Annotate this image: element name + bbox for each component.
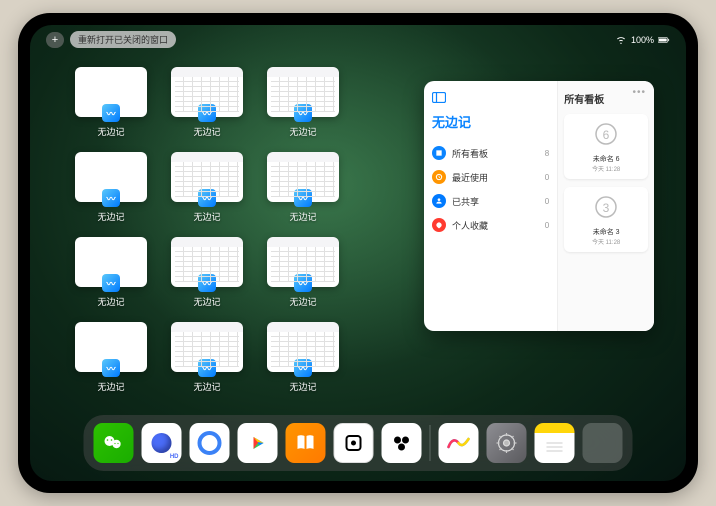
window-thumbnail[interactable]: 〰无边记 [168,322,246,393]
category-icon [432,146,446,160]
utility-app-icon[interactable] [382,423,422,463]
freeform-badge-icon: 〰 [102,104,120,122]
battery-icon [658,36,670,44]
thumbnail-label: 无边记 [193,125,220,138]
books-app-icon[interactable] [286,423,326,463]
qq-browser-app-icon[interactable] [190,423,230,463]
sidebar-item[interactable]: 所有看板 8 [432,141,549,165]
screen: + 重新打开已关闭的窗口 100% 〰无边记〰无边记〰无边记〰无边记〰无边记〰无… [30,25,686,481]
sidebar-item-label: 已共享 [452,195,539,208]
sidebar-item-label: 最近使用 [452,171,539,184]
freeform-badge-icon: 〰 [198,104,216,122]
freeform-badge-icon: 〰 [102,189,120,207]
window-thumbnail[interactable]: 〰无边记 [72,152,150,223]
freeform-badge-icon: 〰 [198,359,216,377]
freeform-badge-icon: 〰 [102,359,120,377]
reopen-closed-button[interactable]: 重新打开已关闭的窗口 [70,31,176,48]
thumbnail-label: 无边记 [97,380,124,393]
thumbnail-label: 无边记 [289,295,316,308]
board-card[interactable]: 3 未命名 3今天 11:28 [564,187,648,252]
svg-text:6: 6 [603,128,610,142]
board-preview: 6 [588,120,624,150]
app-library-icon[interactable] [583,423,623,463]
freeform-panel[interactable]: ••• 无边记 所有看板8最近使用0已共享0个人收藏0 所有看板 6未命名 6今… [424,81,654,331]
sidebar-item[interactable]: 个人收藏 0 [432,213,549,237]
quark-app-icon[interactable]: HD [142,423,182,463]
panel-title: 无边记 [432,112,549,131]
panel-sidebar: 无边记 所有看板 8 最近使用 0 已共享 0 个人收藏 0 [424,81,557,331]
status-bar: + 重新打开已关闭的窗口 100% [30,31,686,48]
category-icon [432,194,446,208]
freeform-badge-icon: 〰 [294,189,312,207]
window-thumbnail[interactable]: 〰无边记 [168,237,246,308]
ipad-frame: + 重新打开已关闭的窗口 100% 〰无边记〰无边记〰无边记〰无边记〰无边记〰无… [18,13,698,493]
sidebar-item-count: 8 [545,149,549,158]
app-switcher-grid: 〰无边记〰无边记〰无边记〰无边记〰无边记〰无边记〰无边记〰无边记〰无边记〰无边记… [72,67,342,393]
wifi-icon [615,36,627,44]
category-icon [432,218,446,232]
window-thumbnail[interactable]: 〰无边记 [72,67,150,138]
thumbnail-label: 无边记 [289,210,316,223]
thumbnail-label: 无边记 [97,295,124,308]
thumbnail-label: 无边记 [289,125,316,138]
sidebar-item[interactable]: 已共享 0 [432,189,549,213]
svg-text:3: 3 [603,201,610,215]
freeform-badge-icon: 〰 [294,104,312,122]
settings-app-icon[interactable] [487,423,527,463]
sidebar-item[interactable]: 最近使用 0 [432,165,549,189]
sidebar-item-label: 所有看板 [452,147,539,160]
window-thumbnail[interactable]: 〰无边记 [168,67,246,138]
board-name: 未命名 3 [570,227,642,237]
board-date: 今天 11:28 [570,237,642,246]
board-card[interactable]: 6 未命名 6今天 11:28 [564,114,648,179]
more-icon[interactable]: ••• [632,87,646,98]
freeform-badge-icon: 〰 [198,274,216,292]
window-thumbnail[interactable]: 〰无边记 [72,237,150,308]
window-thumbnail[interactable]: 〰无边记 [264,152,342,223]
notes-app-icon[interactable] [535,423,575,463]
dock-separator [430,425,431,461]
category-icon [432,170,446,184]
thumbnail-label: 无边记 [193,295,220,308]
window-thumbnail[interactable]: 〰无边记 [264,322,342,393]
video-app-icon[interactable] [238,423,278,463]
battery-text: 100% [631,35,654,45]
status-icons: 100% [615,31,670,48]
sidebar-toggle-icon[interactable] [432,91,549,106]
thumbnail-label: 无边记 [193,380,220,393]
thumbnail-label: 无边记 [289,380,316,393]
sidebar-item-label: 个人收藏 [452,219,539,232]
dock: HD [84,415,633,471]
board-preview: 3 [588,193,624,223]
new-window-button[interactable]: + [46,32,64,48]
freeform-app-icon[interactable] [439,423,479,463]
board-date: 今天 11:28 [570,164,642,173]
board-name: 未命名 6 [570,154,642,164]
freeform-badge-icon: 〰 [294,274,312,292]
freeform-badge-icon: 〰 [198,189,216,207]
sidebar-item-count: 0 [545,173,549,182]
freeform-badge-icon: 〰 [294,359,312,377]
window-thumbnail[interactable]: 〰无边记 [264,237,342,308]
window-thumbnail[interactable]: 〰无边记 [264,67,342,138]
thumbnail-label: 无边记 [193,210,220,223]
panel-boards: 所有看板 6未命名 6今天 11:283未命名 3今天 11:28 [557,81,654,331]
thumbnail-label: 无边记 [97,125,124,138]
window-thumbnail[interactable]: 〰无边记 [72,322,150,393]
game-app-icon[interactable] [334,423,374,463]
freeform-badge-icon: 〰 [102,274,120,292]
sidebar-item-count: 0 [545,221,549,230]
thumbnail-label: 无边记 [97,210,124,223]
window-thumbnail[interactable]: 〰无边记 [168,152,246,223]
wechat-app-icon[interactable] [94,423,134,463]
sidebar-item-count: 0 [545,197,549,206]
